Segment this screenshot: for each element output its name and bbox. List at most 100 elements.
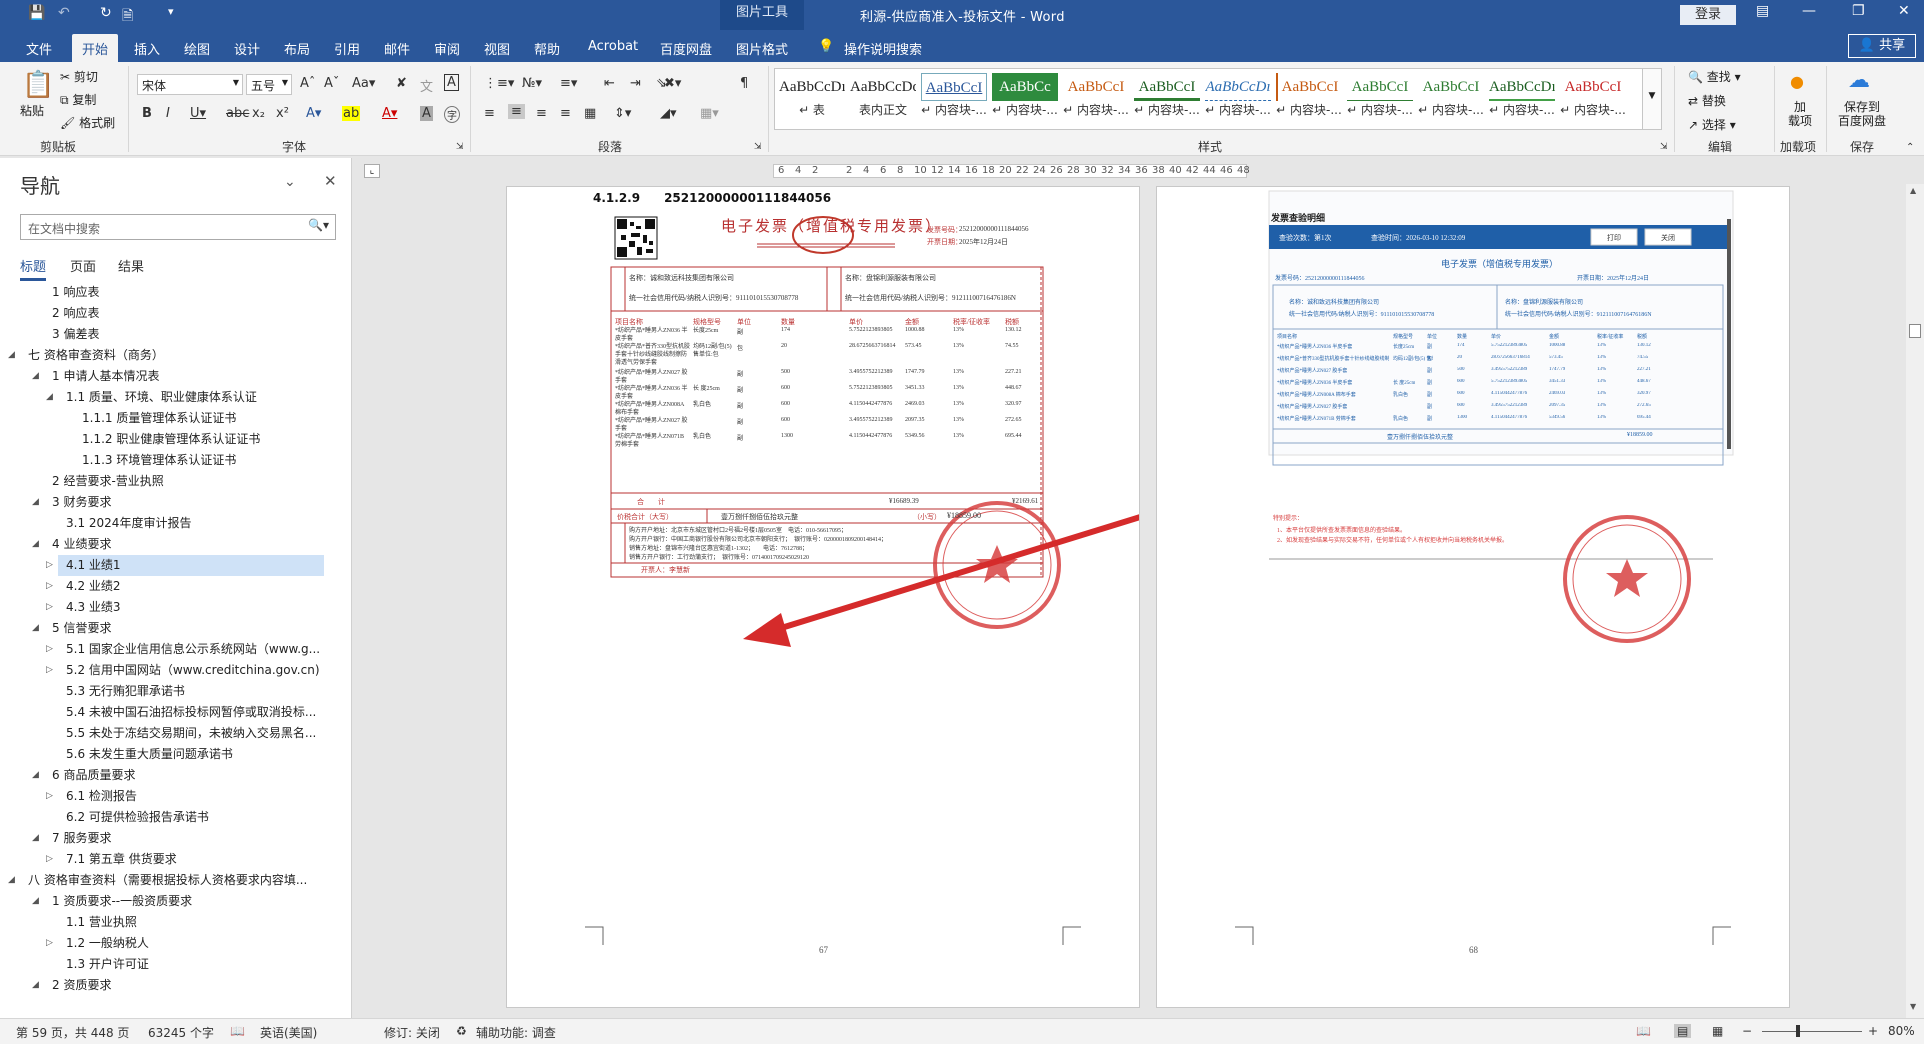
style-item[interactable]: AaBbCcDı ↵ 内容块-...: [1205, 73, 1271, 127]
paste-icon[interactable]: 📋: [22, 70, 54, 100]
style-item[interactable]: AaBbCcDdI 表内正文: [850, 73, 916, 127]
clear-format-icon[interactable]: ✘: [396, 76, 407, 91]
collapse-arrow-icon[interactable]: ◢: [32, 975, 39, 996]
text-effects-icon[interactable]: A▾: [306, 106, 321, 121]
login-button[interactable]: 登录: [1680, 5, 1736, 25]
increase-indent-icon[interactable]: ⇥: [630, 76, 641, 91]
tell-me-icon[interactable]: 💡: [812, 36, 840, 57]
track-changes-status[interactable]: 修订: 关闭: [384, 1024, 440, 1041]
nav-heading-item[interactable]: 1.1.1 质量管理体系认证证书: [74, 408, 324, 429]
replace-button[interactable]: ⇄ 替换: [1688, 92, 1726, 109]
collapse-arrow-icon[interactable]: ◢: [32, 534, 39, 555]
font-name-select[interactable]: 宋体 ▼: [137, 74, 243, 95]
print-button[interactable]: 打印: [1607, 233, 1621, 243]
collapse-arrow-icon[interactable]: ◢: [32, 618, 39, 639]
tab-file[interactable]: 文件: [20, 36, 58, 61]
tab-picture-format[interactable]: 图片格式: [730, 36, 794, 61]
paragraph-dialog-launcher-icon[interactable]: ⇲: [754, 142, 762, 152]
style-item[interactable]: AaBbCc ↵ 内容块-...: [992, 73, 1058, 127]
align-center-icon[interactable]: ≡: [508, 104, 525, 119]
nav-heading-item[interactable]: 1.1 营业执照: [58, 912, 324, 933]
nav-close-icon[interactable]: ✕: [324, 172, 337, 190]
line-spacing-icon[interactable]: ⇕▾: [614, 106, 631, 121]
nav-heading-item[interactable]: ◢ 4 业绩要求: [32, 534, 324, 555]
nav-heading-item[interactable]: ◢ 1 资质要求--一般资质要求: [32, 891, 324, 912]
nav-tab-results[interactable]: 结果: [118, 256, 144, 275]
justify-icon[interactable]: ≡: [560, 106, 571, 121]
char-shading-icon[interactable]: A: [420, 106, 433, 121]
shrink-font-icon[interactable]: Aˇ: [324, 76, 339, 91]
nav-heading-item[interactable]: ▷ 5.2 信用中国网站（www.creditchina.gov.cn): [46, 660, 324, 681]
zoom-level[interactable]: 80%: [1888, 1024, 1915, 1038]
nav-heading-item[interactable]: 6.2 可提供检验报告承诺书: [58, 807, 324, 828]
share-button[interactable]: 👤 共享: [1848, 34, 1916, 58]
collapse-ribbon-icon[interactable]: ⌃: [1906, 142, 1914, 153]
cut-button[interactable]: ✂ 剪切: [60, 68, 98, 85]
minimize-icon[interactable]: —: [1802, 3, 1816, 19]
addins-icon[interactable]: ●: [1790, 72, 1804, 91]
strikethrough-icon[interactable]: abc: [226, 106, 249, 121]
nav-heading-item[interactable]: ◢ 5 信誉要求: [32, 618, 324, 639]
nav-heading-item[interactable]: 1.3 开户许可证: [58, 954, 324, 975]
nav-heading-item[interactable]: ◢ 3 财务要求: [32, 492, 324, 513]
expand-arrow-icon[interactable]: ▷: [46, 639, 53, 660]
numbering-icon[interactable]: №▾: [522, 76, 542, 91]
addins-button[interactable]: 加 载项: [1786, 100, 1814, 128]
invoice-image[interactable]: [507, 187, 1140, 1008]
collapse-arrow-icon[interactable]: ◢: [32, 492, 39, 513]
style-item[interactable]: AaBbCcI ↵ 内容块-...: [1560, 73, 1626, 127]
baidu-netdisk-icon[interactable]: ☁: [1848, 68, 1870, 93]
styles-dialog-launcher-icon[interactable]: ⇲: [1660, 142, 1668, 152]
nav-heading-item[interactable]: 5.5 未处于冻结交易期间，未被纳入交易黑名...: [58, 723, 324, 744]
tab-layout[interactable]: 布局: [278, 36, 316, 61]
print-layout-icon[interactable]: ▤: [1674, 1024, 1692, 1038]
tab-baidu-netdisk[interactable]: 百度网盘: [654, 36, 718, 61]
nav-heading-item[interactable]: ◢ 2 资质要求: [32, 975, 324, 996]
expand-arrow-icon[interactable]: ▷: [46, 660, 53, 681]
align-left-icon[interactable]: ≡: [484, 106, 495, 121]
nav-heading-item[interactable]: 5.4 未被中国石油招标投标网暂停或取消投标...: [58, 702, 324, 723]
paste-button[interactable]: 粘贴: [20, 102, 44, 119]
nav-heading-item[interactable]: 2 响应表: [44, 303, 324, 324]
italic-icon[interactable]: I: [166, 106, 170, 121]
undo-icon[interactable]: ↶: [58, 5, 70, 21]
close-verify-button[interactable]: 关闭: [1661, 233, 1675, 243]
scroll-up-icon[interactable]: ▲: [1910, 186, 1916, 195]
vertical-scrollbar[interactable]: ▲ ▼: [1906, 184, 1924, 1018]
style-item[interactable]: AaBbCcI ↵ 内容块-...: [1418, 73, 1484, 127]
zoom-slider[interactable]: [1762, 1031, 1862, 1032]
nav-heading-item[interactable]: 1 响应表: [44, 282, 324, 303]
style-item[interactable]: AaBbCcDı ↵ 内容块-...: [1489, 73, 1555, 127]
expand-arrow-icon[interactable]: ▷: [46, 597, 53, 618]
nav-heading-item[interactable]: ◢ 1 申请人基本情况表: [32, 366, 324, 387]
char-border-icon[interactable]: A: [444, 74, 459, 91]
phonetic-guide-icon[interactable]: 文: [420, 76, 433, 95]
select-button[interactable]: ↗ 选择 ▾: [1688, 116, 1736, 133]
nav-heading-item[interactable]: 1.1.3 环境管理体系认证证书: [74, 450, 324, 471]
nav-tab-pages[interactable]: 页面: [70, 256, 96, 275]
save-icon[interactable]: 💾: [28, 5, 45, 21]
align-right-icon[interactable]: ≡: [536, 106, 547, 121]
scroll-thumb[interactable]: [1909, 324, 1921, 338]
verification-image[interactable]: [1157, 187, 1790, 1008]
expand-arrow-icon[interactable]: ▷: [46, 555, 53, 576]
accessibility-icon[interactable]: ♻: [456, 1024, 467, 1038]
word-count[interactable]: 63245 个字: [148, 1024, 214, 1041]
tab-draw[interactable]: 绘图: [178, 36, 216, 61]
nav-heading-item[interactable]: 1.1.2 职业健康管理体系认证证书: [74, 429, 324, 450]
page-count[interactable]: 第 59 页，共 448 页: [16, 1024, 129, 1041]
ribbon-display-icon[interactable]: ▤: [1756, 3, 1769, 19]
nav-options-icon[interactable]: ⌄: [284, 174, 296, 190]
change-case-icon[interactable]: Aa▾: [352, 76, 375, 91]
redo-icon[interactable]: ↻: [100, 5, 112, 21]
expand-arrow-icon[interactable]: ▷: [46, 933, 53, 954]
zoom-in-icon[interactable]: +: [1868, 1024, 1878, 1038]
tab-mailings[interactable]: 邮件: [378, 36, 416, 61]
find-button[interactable]: 🔍 查找 ▾: [1688, 68, 1741, 85]
collapse-arrow-icon[interactable]: ◢: [32, 828, 39, 849]
nav-heading-item[interactable]: ▷ 4.1 业绩1: [46, 555, 324, 576]
new-doc-icon[interactable]: 🗎: [122, 5, 133, 29]
sort-icon[interactable]: ✖▾: [664, 76, 681, 91]
style-item[interactable]: AaBbCcI ↵ 内容块-...: [1347, 73, 1413, 127]
collapse-arrow-icon[interactable]: ◢: [46, 387, 53, 408]
